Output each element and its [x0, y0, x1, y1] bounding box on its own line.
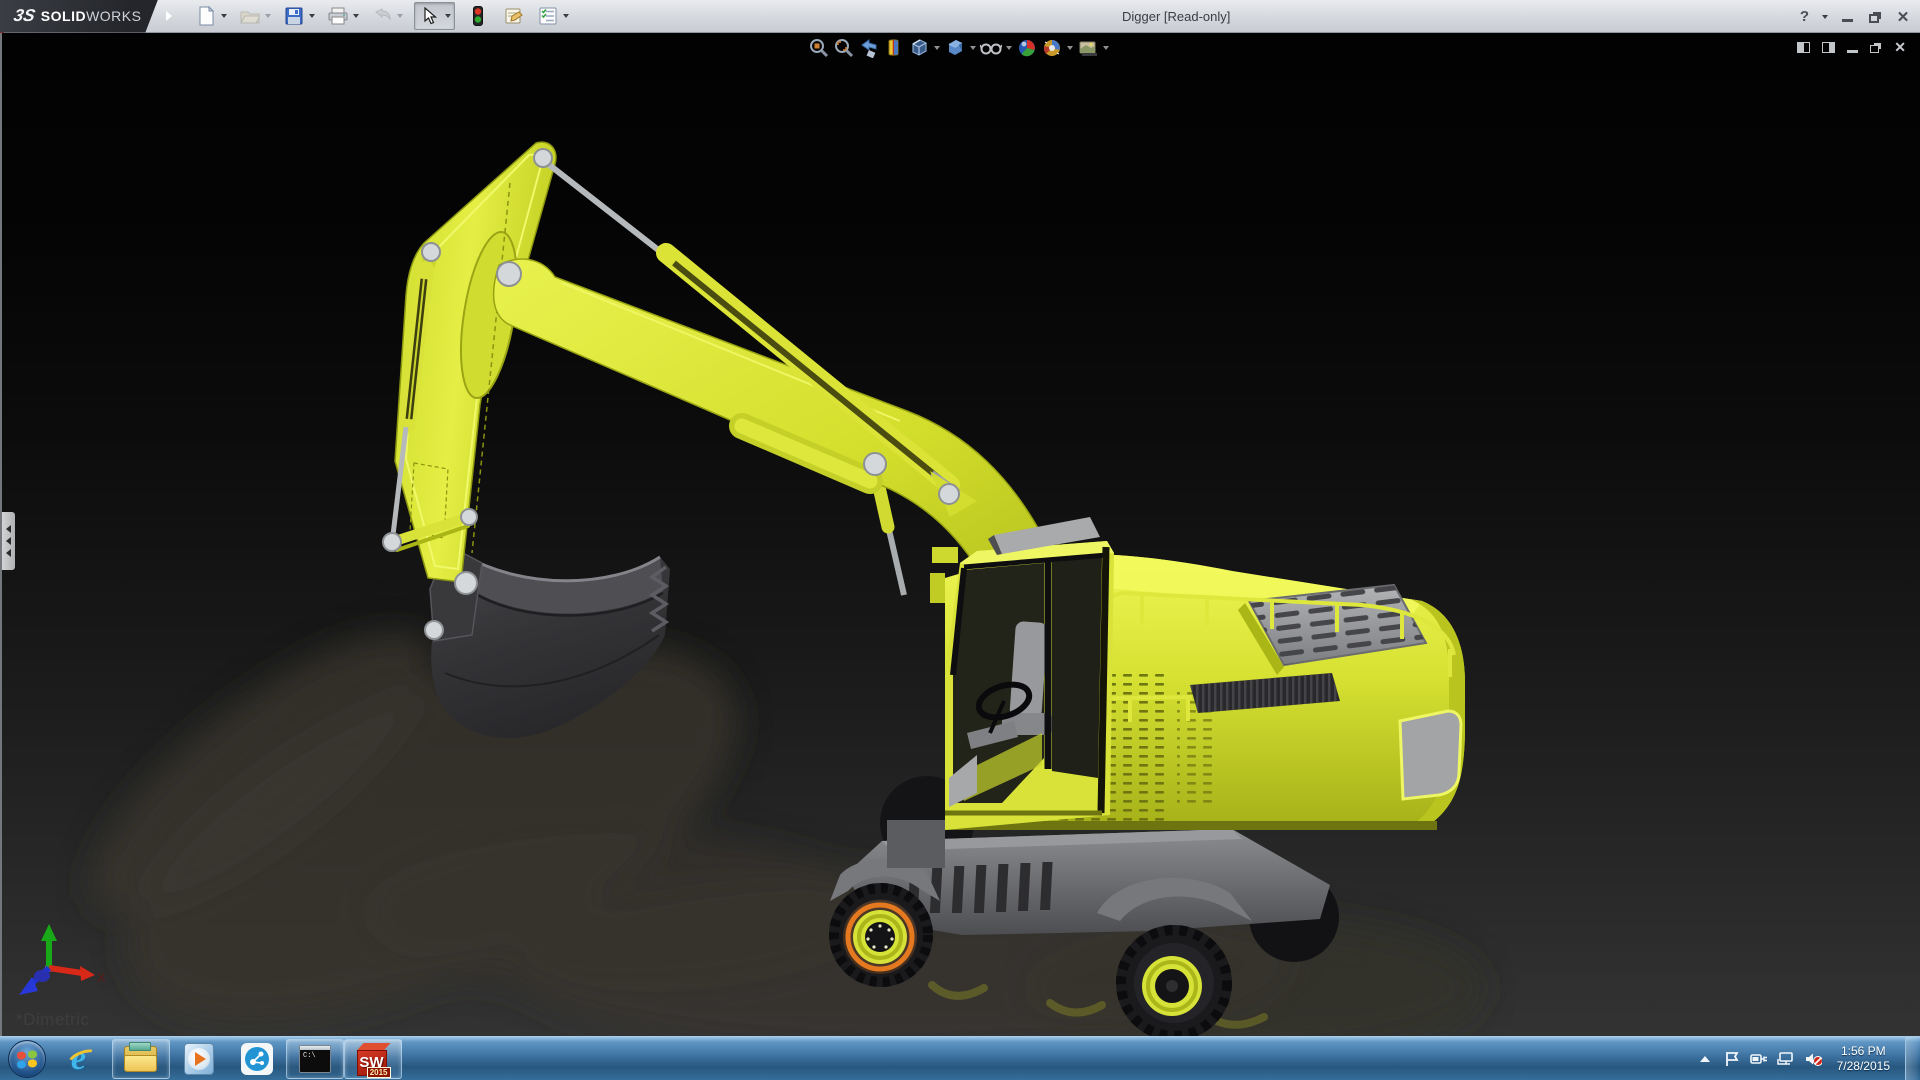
taskbar-internet-explorer[interactable]: e: [54, 1039, 112, 1079]
taskbar-items: e C:\ SW 2015: [54, 1037, 402, 1080]
command-prompt-icon: C:\: [299, 1045, 331, 1073]
taskbar-solidworks[interactable]: SW 2015: [344, 1039, 402, 1079]
help-button[interactable]: ?: [1800, 8, 1809, 25]
print-button[interactable]: [326, 4, 350, 28]
zoom-to-area-icon[interactable]: [833, 37, 855, 59]
solidworks-logo[interactable]: 3S SOLIDWORKS: [0, 0, 158, 33]
window-controls: ? ✕: [1800, 0, 1912, 33]
select-dropdown[interactable]: [445, 14, 451, 18]
wheel-front-left-selected[interactable]: [829, 883, 933, 987]
tray-clock[interactable]: 1:56 PM 7/28/2015: [1837, 1044, 1890, 1074]
solidworks-3s-icon: 3S: [12, 6, 37, 26]
show-desktop-button[interactable]: [1905, 1037, 1918, 1080]
logo-text-light: WORKS: [86, 8, 141, 24]
taskbar-media-player[interactable]: [170, 1039, 228, 1079]
help-dropdown[interactable]: [1822, 15, 1828, 19]
previous-view-icon[interactable]: [858, 37, 880, 59]
open-button[interactable]: [238, 4, 262, 28]
power-plug-icon[interactable]: [1750, 1050, 1768, 1068]
restore-button[interactable]: [1866, 9, 1884, 25]
title-bar: 3S SOLIDWORKS Digge: [0, 0, 1920, 33]
minimize-button[interactable]: [1838, 9, 1856, 25]
windows-taskbar: e C:\ SW 2015: [0, 1036, 1920, 1080]
reference-triad: X: [19, 924, 106, 995]
display-style-icon[interactable]: [944, 37, 966, 59]
view-orientation-icon[interactable]: [908, 37, 930, 59]
save-button[interactable]: [282, 4, 306, 28]
network-icon[interactable]: [1777, 1050, 1795, 1068]
edit-appearance-icon[interactable]: [1016, 37, 1038, 59]
apply-scene-dropdown[interactable]: [1067, 46, 1073, 50]
hide-show-dropdown[interactable]: [1006, 46, 1012, 50]
taskbar-network-app[interactable]: [228, 1039, 286, 1079]
door-glass: [1052, 557, 1102, 778]
start-button[interactable]: [8, 1040, 46, 1078]
volume-muted-icon[interactable]: [1804, 1050, 1822, 1068]
windows-flag-icon: [17, 1049, 37, 1068]
undo-button[interactable]: [370, 4, 394, 28]
media-player-icon: [184, 1043, 214, 1075]
triad-x-label: X: [97, 970, 106, 985]
new-document-dropdown[interactable]: [221, 14, 227, 18]
internet-explorer-icon: e: [67, 1043, 99, 1075]
logo-text-bold: SOLID: [41, 8, 86, 24]
hidden-icons-button[interactable]: [1696, 1050, 1714, 1068]
molecule-app-icon: [241, 1043, 273, 1075]
new-document-button[interactable]: [194, 4, 218, 28]
folder-icon: [124, 1046, 158, 1072]
options-dropdown[interactable]: [563, 14, 569, 18]
solidworks-app-icon: SW 2015: [357, 1043, 390, 1076]
view-orientation-label: *Dimetric: [16, 1010, 89, 1030]
graphics-viewport[interactable]: X: [0, 33, 1920, 1036]
display-style-dropdown[interactable]: [970, 46, 976, 50]
hide-show-items-icon[interactable]: [980, 37, 1002, 59]
menu-flyout-arrow-icon[interactable]: [166, 11, 172, 21]
feature-tree-flyout-tab[interactable]: [2, 512, 15, 570]
select-cursor-icon[interactable]: [418, 4, 442, 28]
undo-dropdown[interactable]: [397, 14, 403, 18]
close-button[interactable]: ✕: [1894, 9, 1912, 25]
save-dropdown[interactable]: [309, 14, 315, 18]
document-window-controls: ✕: [1797, 39, 1906, 56]
taskbar-command-prompt[interactable]: C:\: [286, 1039, 344, 1079]
split-pane-left-icon[interactable]: [1797, 42, 1810, 53]
taskbar-windows-explorer[interactable]: [112, 1039, 170, 1079]
view-settings-dropdown[interactable]: [1103, 46, 1109, 50]
doc-restore-button[interactable]: [1870, 45, 1879, 53]
view-orientation-dropdown[interactable]: [934, 46, 940, 50]
print-dropdown[interactable]: [353, 14, 359, 18]
view-settings-icon[interactable]: [1077, 37, 1099, 59]
wheel-rear-left[interactable]: [1116, 925, 1232, 1036]
apply-scene-icon[interactable]: [1041, 37, 1063, 59]
rebuild-stoplight-button[interactable]: [466, 4, 490, 28]
cab[interactable]: [930, 517, 1114, 830]
tray-time: 1:56 PM: [1837, 1044, 1890, 1059]
action-center-flag-icon[interactable]: [1723, 1050, 1741, 1068]
tray-date: 7/28/2015: [1837, 1059, 1890, 1074]
doc-close-button[interactable]: ✕: [1894, 39, 1906, 56]
select-tool-active[interactable]: [414, 2, 455, 30]
section-view-icon[interactable]: [883, 37, 905, 59]
standard-toolbar: [194, 2, 578, 30]
window-title: Digger [Read-only]: [1122, 0, 1230, 33]
open-dropdown[interactable]: [265, 14, 271, 18]
solidworks-version-badge: 2015: [367, 1067, 391, 1078]
system-tray: 1:56 PM 7/28/2015: [1696, 1037, 1920, 1080]
options-button[interactable]: [536, 4, 560, 28]
digger-3d-model[interactable]: X: [2, 33, 1920, 1036]
headsup-view-toolbar: [808, 37, 1110, 59]
split-pane-right-icon[interactable]: [1822, 42, 1835, 53]
doc-minimize-button[interactable]: [1847, 50, 1858, 53]
file-properties-button[interactable]: [501, 4, 525, 28]
zoom-to-fit-icon[interactable]: [808, 37, 830, 59]
